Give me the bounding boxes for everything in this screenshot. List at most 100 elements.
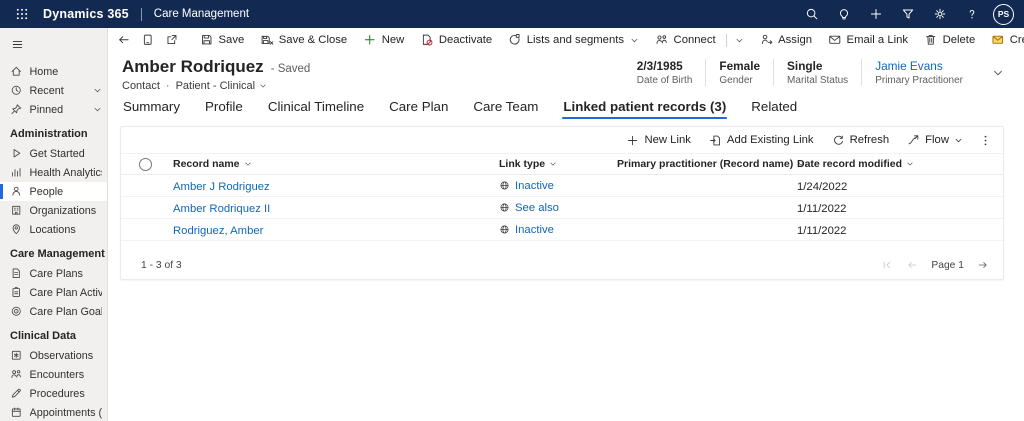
sidebar-item-care-plans[interactable]: Care Plans (0, 264, 107, 283)
date-modified-cell: 1/24/2022 (797, 181, 847, 193)
command-label: Email a Link (847, 34, 909, 46)
command-deactivate[interactable]: Deactivate (412, 30, 500, 50)
sidebar-item-locations[interactable]: Locations (0, 220, 107, 239)
chevron-down-icon (992, 67, 1004, 79)
record-name-link[interactable]: Rodriguez, Amber (173, 225, 263, 237)
previous-page-button[interactable] (906, 259, 918, 271)
sidebar-item-label: People (30, 186, 64, 198)
command-delete[interactable]: Delete (916, 30, 983, 50)
sidebar-item-health-analytics[interactable]: Health Analytics (0, 163, 107, 182)
column-header-link-type[interactable]: Link type (499, 158, 557, 170)
waffle-icon (15, 7, 29, 21)
record-name-link[interactable]: Amber Rodriquez II (173, 203, 270, 215)
add-existing-icon (709, 134, 722, 147)
subgrid-command-add-existing-link[interactable]: Add Existing Link (700, 129, 823, 151)
search-icon (805, 7, 819, 21)
tab-summary[interactable]: Summary (122, 97, 181, 120)
add-button[interactable] (863, 1, 889, 27)
help-button[interactable] (959, 1, 985, 27)
first-page-button[interactable] (881, 259, 893, 271)
command-label: Create Invitation (1010, 34, 1024, 46)
sidebar-item-appointments-emr[interactable]: Appointments (EMR) (0, 403, 107, 421)
subgrid-command-label: Refresh (850, 134, 890, 146)
sidebar-item-people[interactable]: People (0, 182, 107, 201)
chevron-down-icon (549, 160, 557, 168)
command-save[interactable]: Save (192, 30, 252, 50)
search-button[interactable] (799, 1, 825, 27)
connect-icon (655, 33, 669, 47)
sidebar-item-label: Recent (30, 85, 64, 97)
primary-practitioner-link[interactable]: Jamie Evans (875, 59, 963, 73)
health-analytics-icon (10, 166, 23, 179)
table-row[interactable]: Amber Rodriquez II See also 1/11/2022 (121, 197, 1003, 219)
column-header-primary-practitioner-record-name[interactable]: Primary practitioner (Record name) (617, 158, 805, 170)
subgrid-command-refresh[interactable]: Refresh (823, 129, 899, 151)
select-all-checkbox[interactable] (139, 158, 152, 171)
sidebar-item-care-plan-activities[interactable]: Care Plan Activities (0, 283, 107, 302)
sidebar-item-home[interactable]: Home (0, 62, 107, 81)
tab-related[interactable]: Related (750, 97, 798, 120)
command-email-a-link[interactable]: Email a Link (820, 30, 916, 50)
sidebar-item-procedures[interactable]: Procedures (0, 384, 107, 403)
chevron-down-icon (93, 86, 102, 95)
command-label: Lists and segments (527, 34, 624, 46)
topbar-actions (799, 1, 985, 27)
column-header-date-record-modified[interactable]: Date record modified (797, 158, 914, 170)
user-avatar[interactable]: PS (993, 4, 1014, 25)
record-name-link[interactable]: Amber J Rodriguez (173, 181, 270, 193)
command-save-close[interactable]: Save & Close (252, 30, 355, 50)
sidebar-item-encounters[interactable]: Encounters (0, 365, 107, 384)
subgrid-toolbar: New LinkAdd Existing Link Refresh Flow (121, 127, 1003, 154)
tab-linked-patient-records-3[interactable]: Linked patient records (3) (562, 97, 727, 120)
tab-care-plan[interactable]: Care Plan (388, 97, 449, 120)
breadcrumb-separator: · (166, 80, 170, 92)
sidebar-item-organizations[interactable]: Organizations (0, 201, 107, 220)
deactivate-icon (420, 33, 434, 47)
command-assign[interactable]: Assign (752, 30, 820, 50)
sidebar-item-recent[interactable]: Recent (0, 81, 107, 100)
sidebar-item-pinned[interactable]: Pinned (0, 100, 107, 119)
tab-clinical-timeline[interactable]: Clinical Timeline (267, 97, 365, 120)
settings-button[interactable] (927, 1, 953, 27)
sidebar-item-care-plan-goals[interactable]: Care Plan Goals (0, 302, 107, 321)
expand-header-button[interactable] (988, 63, 1008, 83)
tablet-button[interactable] (136, 30, 160, 50)
link-type-value[interactable]: Inactive (515, 224, 554, 236)
header-field-label: Date of Birth (637, 75, 693, 86)
table-row[interactable]: Rodriguez, AmberInactive1/11/2022 (121, 219, 1003, 241)
command-connect[interactable]: Connect (647, 30, 752, 50)
filter-button[interactable] (895, 1, 921, 27)
subgrid-overflow-button[interactable] (972, 130, 999, 150)
tab-care-team[interactable]: Care Team (472, 97, 539, 120)
sitemap-menu-button[interactable] (0, 33, 107, 55)
next-page-button[interactable] (977, 259, 989, 271)
sidebar-item-observations[interactable]: Observations (0, 346, 107, 365)
table-row[interactable]: Amber J Rodriguez Inactive 1/24/2022 (121, 175, 1003, 197)
link-type-value[interactable]: Inactive (515, 180, 554, 192)
command-create-invitation[interactable]: Create Invitation (983, 30, 1024, 50)
recent-icon (10, 84, 23, 97)
popout-button[interactable] (160, 30, 184, 50)
command-new[interactable]: New (355, 30, 412, 50)
app-name[interactable]: Care Management (154, 8, 249, 20)
care-plan-activities-icon (10, 286, 23, 299)
sidebar-item-get-started[interactable]: Get Started (0, 144, 107, 163)
tab-profile[interactable]: Profile (204, 97, 244, 120)
chevron-down-icon (735, 36, 744, 45)
link-type-value[interactable]: See also (515, 202, 559, 214)
save-status: - Saved (271, 63, 311, 75)
back-button[interactable] (112, 30, 136, 50)
lightbulb-button[interactable] (831, 1, 857, 27)
brand-title[interactable]: Dynamics 365 (43, 7, 129, 21)
command-label: Assign (778, 34, 812, 46)
header-field-primary-practitioner: Jamie EvansPrimary Practitioner (861, 59, 976, 86)
column-header-record-name[interactable]: Record name (173, 158, 252, 170)
command-lists-and-segments[interactable]: Lists and segments (500, 30, 647, 50)
app-launcher-button[interactable] (10, 2, 34, 26)
top-navigation-bar: Dynamics 365 Care Management PS (0, 0, 1024, 28)
subgrid-command-new-link[interactable]: New Link (617, 129, 699, 151)
subgrid-command-flow[interactable]: Flow (898, 129, 972, 151)
lightbulb-icon (837, 7, 851, 21)
date-modified-cell: 1/11/2022 (797, 203, 846, 215)
form-selector[interactable]: Patient - Clinical (176, 80, 267, 92)
